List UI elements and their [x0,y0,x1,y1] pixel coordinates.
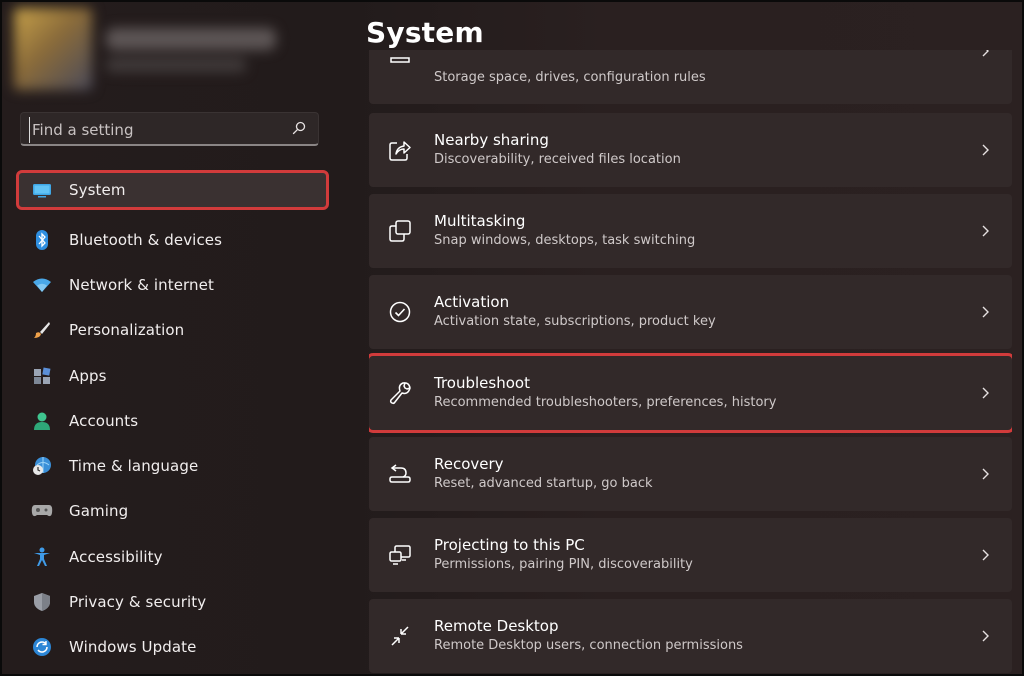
sidebar-item-windows-update[interactable]: Windows Update [18,625,330,670]
recovery-icon [387,461,413,487]
chevron-right-icon [982,225,989,237]
sidebar-item-label: Accessibility [69,547,163,566]
card-multitasking[interactable]: Multitasking Snap windows, desktops, tas… [369,194,1012,268]
chevron-right-icon [982,630,989,642]
card-title: Recovery [434,455,504,473]
page-title: System [366,16,484,49]
sidebar-item-label: Personalization [69,321,185,340]
update-icon [30,636,54,658]
multitasking-icon [387,218,413,244]
card-title: Nearby sharing [434,131,549,149]
apps-icon [30,365,54,387]
card-title: Troubleshoot [434,374,530,392]
sidebar-item-apps[interactable]: Apps [18,353,330,398]
activation-check-icon [387,299,413,325]
chevron-right-icon [982,50,989,57]
card-troubleshoot[interactable]: Troubleshoot Recommended troubleshooters… [369,353,1012,433]
sidebar-item-gaming[interactable]: Gaming [18,489,330,534]
card-subtitle: Storage space, drives, configuration rul… [434,70,706,85]
search-icon[interactable] [292,121,306,135]
card-title: Multitasking [434,212,526,230]
sidebar-item-personalization[interactable]: Personalization [18,308,330,353]
projecting-icon [387,542,413,568]
brush-icon [30,319,54,341]
chevron-right-icon [982,306,989,318]
sidebar-item-network[interactable]: Network & internet [18,262,330,307]
chevron-right-icon [982,387,989,399]
sidebar-nav: System Bluetooth & devices Network & int… [16,170,330,670]
sidebar-item-time-language[interactable]: Time & language [18,443,330,488]
card-title: Projecting to this PC [434,536,585,554]
sidebar-item-label: Apps [69,366,107,385]
card-title: Remote Desktop [434,617,559,635]
accessibility-icon [30,546,54,568]
card-subtitle: Recommended troubleshooters, preferences… [434,395,777,410]
shield-icon [30,591,54,613]
sidebar-item-label: System [69,181,126,199]
user-email-blurred [106,58,246,72]
remote-desktop-icon [387,623,413,649]
chevron-right-icon [982,144,989,156]
card-storage[interactable]: Storage space, drives, configuration rul… [369,50,1012,104]
sidebar-item-privacy-security[interactable]: Privacy & security [18,579,330,624]
sidebar-item-label: Gaming [69,502,129,521]
card-subtitle: Activation state, subscriptions, product… [434,314,716,329]
accounts-icon [30,410,54,432]
card-activation[interactable]: Activation Activation state, subscriptio… [369,275,1012,349]
card-subtitle: Remote Desktop users, connection permiss… [434,638,743,653]
card-remote-desktop[interactable]: Remote Desktop Remote Desktop users, con… [369,599,1012,673]
chevron-right-icon [982,468,989,480]
card-title: Activation [434,293,510,311]
sidebar-item-label: Windows Update [69,638,197,657]
search-input[interactable] [29,117,284,143]
sidebar-item-label: Time & language [69,457,199,476]
card-recovery[interactable]: Recovery Reset, advanced startup, go bac… [369,437,1012,511]
wrench-icon [387,380,413,406]
card-subtitle: Permissions, pairing PIN, discoverabilit… [434,557,693,572]
system-monitor-icon [30,179,54,201]
globe-clock-icon [30,455,54,477]
wifi-icon [30,274,54,296]
card-subtitle: Reset, advanced startup, go back [434,476,653,491]
card-subtitle: Discoverability, received files location [434,152,681,167]
sidebar-item-label: Network & internet [69,275,214,294]
sidebar-item-accessibility[interactable]: Accessibility [18,534,330,579]
settings-window: System Bluetooth & devices Network & int… [0,0,1024,676]
sidebar-item-label: Privacy & security [69,593,207,612]
search-box[interactable] [20,112,319,146]
sidebar-item-label: Bluetooth & devices [69,230,223,249]
share-icon [387,137,413,163]
settings-list: Storage space, drives, configuration rul… [369,50,1012,674]
card-subtitle: Snap windows, desktops, task switching [434,233,696,248]
sidebar-item-label: Accounts [69,411,139,430]
user-name-blurred [106,28,276,50]
avatar [14,8,92,90]
user-profile-blurred [14,8,314,90]
sidebar-item-system[interactable]: System [16,170,329,210]
card-nearby-sharing[interactable]: Nearby sharing Discoverability, received… [369,113,1012,187]
sidebar-item-accounts[interactable]: Accounts [18,398,330,443]
gamepad-icon [30,500,54,522]
bluetooth-icon [30,229,54,251]
storage-icon [387,54,413,80]
chevron-right-icon [982,549,989,561]
card-projecting[interactable]: Projecting to this PC Permissions, pairi… [369,518,1012,592]
sidebar-item-bluetooth[interactable]: Bluetooth & devices [18,217,330,262]
